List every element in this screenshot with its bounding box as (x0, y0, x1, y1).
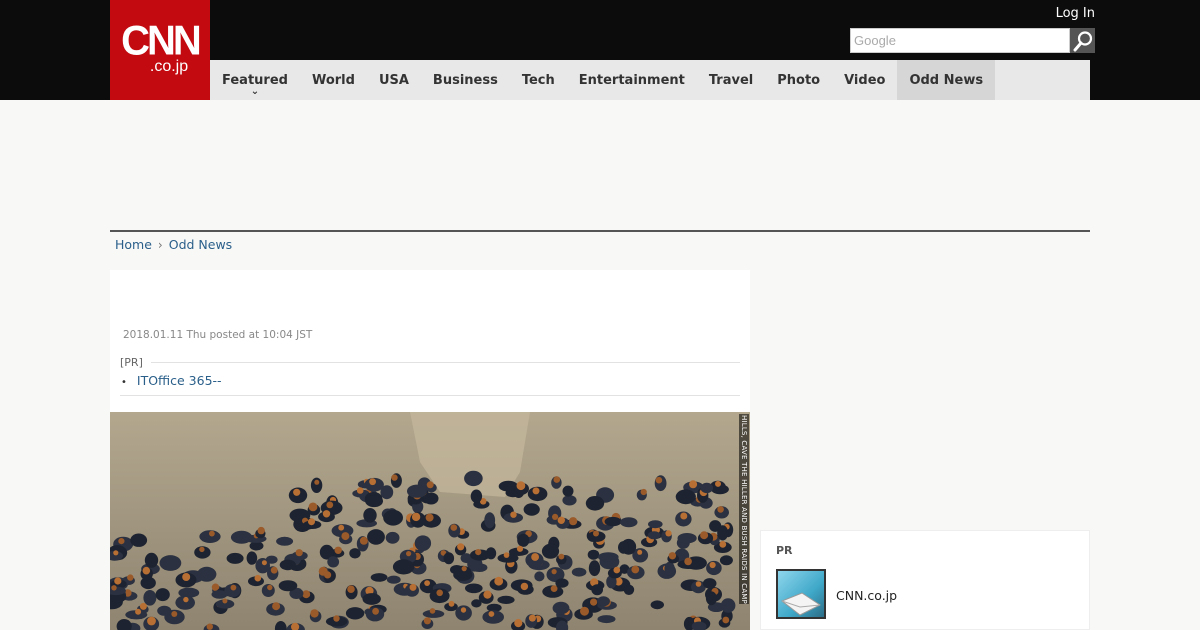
article-date: 2018.01.11 Thu posted at 10:04 JST (123, 329, 313, 341)
pr-item: • ITOffice 365-- (120, 373, 740, 396)
search-icon (1073, 30, 1092, 51)
mail-icon (781, 592, 821, 616)
pr-divider (150, 362, 740, 363)
top-bar: CNN .co.jp Log In Featured ⌄ World USA B… (0, 0, 1200, 100)
nav-label: Entertainment (578, 72, 685, 88)
breadcrumb: Home › Odd News (115, 237, 232, 252)
nav-label: USA (378, 72, 409, 88)
bats-photo-image (110, 412, 750, 630)
nav-item-featured[interactable]: Featured ⌄ (210, 60, 300, 100)
nav-item-travel[interactable]: Travel (697, 60, 765, 100)
chevron-down-icon: ⌄ (250, 86, 260, 97)
pr-link[interactable]: ITOffice 365-- (137, 373, 222, 388)
search-button[interactable] (1070, 28, 1095, 53)
nav-item-business[interactable]: Business (421, 60, 510, 100)
sidebar-pr-box: PR CNN.co.jp (760, 530, 1090, 630)
logo-main-text: CNN (121, 17, 202, 65)
breadcrumb-current[interactable]: Odd News (169, 237, 232, 252)
breadcrumb-home[interactable]: Home (115, 237, 152, 252)
nav-item-photo[interactable]: Photo (765, 60, 832, 100)
article-card: 2018.01.11 Thu posted at 10:04 JST [PR] … (110, 270, 750, 630)
nav-label: Business (432, 72, 498, 88)
nav-item-entertainment[interactable]: Entertainment (567, 60, 697, 100)
nav-label: Photo (777, 72, 821, 88)
nav-item-tech[interactable]: Tech (510, 60, 567, 100)
article-photo: HILLS, CAVE THE HILLER AND BUSH RAIDS IN… (110, 412, 750, 630)
nav-label: Video (844, 72, 886, 88)
sidebar-thumbnail[interactable] (776, 569, 826, 619)
nav-label: Travel (708, 72, 754, 88)
search-input[interactable] (850, 28, 1070, 53)
pr-label: [PR] (120, 356, 143, 369)
login-link[interactable]: Log In (1056, 6, 1095, 21)
sidebar-pr-label: PR (776, 544, 793, 557)
nav-item-video[interactable]: Video (832, 60, 897, 100)
nav-item-usa[interactable]: USA (367, 60, 421, 100)
nav-label: Odd News (909, 72, 984, 88)
search-box (850, 28, 1095, 53)
sidebar-item-title[interactable]: CNN.co.jp (836, 588, 897, 603)
photo-credit: HILLS, CAVE THE HILLER AND BUSH RAIDS IN… (739, 414, 749, 604)
ad-divider (110, 230, 1090, 232)
nav-label: World (311, 72, 355, 88)
cnn-logo[interactable]: CNN .co.jp (110, 0, 210, 100)
chevron-right-icon: › (157, 237, 163, 252)
nav-item-world[interactable]: World (300, 60, 367, 100)
pr-box: [PR] • ITOffice 365-- (120, 356, 740, 396)
main-nav: Featured ⌄ World USA Business Tech Enter… (210, 60, 1090, 100)
nav-label: Tech (521, 72, 555, 88)
pr-header: [PR] (120, 356, 740, 369)
bullet-icon: • (121, 377, 127, 388)
nav-item-odd-news[interactable]: Odd News (897, 60, 996, 100)
